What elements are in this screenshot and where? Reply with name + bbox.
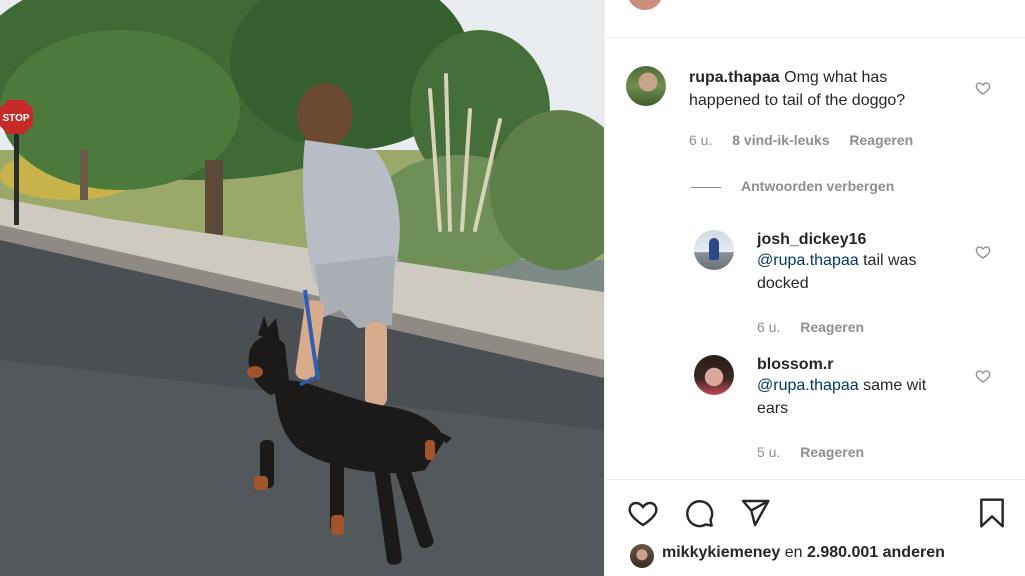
likes-count[interactable]: 2.980.001 anderen (807, 544, 945, 561)
avatar-blossom-r[interactable] (694, 355, 734, 395)
reply-username[interactable]: josh_dickey16 (757, 231, 957, 249)
reply-mention[interactable]: @rupa.thapaa (757, 377, 859, 394)
reply-body: josh_dickey16 @rupa.thapaa tail was dock… (757, 231, 957, 295)
reply-mention[interactable]: @rupa.thapaa (757, 252, 859, 269)
reply-meta: 5 u. Reageren (757, 444, 880, 460)
reply-button[interactable]: Reageren (800, 319, 864, 335)
paper-plane-icon[interactable] (739, 497, 771, 529)
heart-outline-icon[interactable] (975, 368, 991, 384)
comment-icon[interactable] (683, 497, 715, 529)
hide-replies-label: Antwoorden verbergen (741, 178, 895, 194)
avatar-mikkykiemeney[interactable] (630, 544, 654, 568)
comment-username[interactable]: rupa.thapaa (689, 69, 780, 86)
hide-replies-line (691, 186, 721, 188)
likes-user[interactable]: mikkykiemeney (662, 544, 780, 561)
heart-outline-icon[interactable] (975, 244, 991, 260)
reply-username[interactable]: blossom.r (757, 356, 957, 374)
comment-text-block: rupa.thapaa Omg what has happened to tai… (689, 66, 959, 112)
heart-icon[interactable] (627, 497, 659, 529)
heart-outline-icon[interactable] (975, 80, 991, 96)
bookmark-icon[interactable] (976, 497, 1008, 529)
svg-text:STOP: STOP (2, 113, 29, 124)
comment-meta: 6 u. 8 vind-ik-leuks Reageren (689, 132, 929, 148)
comment-time: 6 u. (689, 132, 713, 148)
reply-button[interactable]: Reageren (800, 444, 864, 460)
reply-button[interactable]: Reageren (849, 132, 913, 148)
likes-connector: en (780, 544, 807, 561)
likes-text: mikkykiemeney en 2.980.001 anderen (662, 544, 945, 562)
divider (605, 37, 1025, 38)
avatar-josh-dickey16[interactable] (694, 230, 734, 270)
reply-text-block: @rupa.thapaa tail was docked (757, 249, 957, 295)
divider (605, 479, 1025, 480)
hide-replies-button[interactable]: Antwoorden verbergen (691, 178, 894, 194)
avatar-rupa-thapaa[interactable] (626, 66, 666, 106)
comment-likes-link[interactable]: 8 vind-ik-leuks (732, 132, 829, 148)
reply-body: blossom.r @rupa.thapaa same wit ears (757, 356, 957, 420)
post-photo-illustration: STOP (0, 0, 604, 576)
reply-time: 6 u. (757, 319, 781, 335)
reply-meta: 6 u. Reageren (757, 319, 880, 335)
top-peek-avatar[interactable] (627, 0, 663, 10)
reply-time: 5 u. (757, 444, 781, 460)
comments-panel: rupa.thapaa Omg what has happened to tai… (604, 0, 1025, 576)
comment-body: rupa.thapaa Omg what has happened to tai… (689, 66, 959, 112)
reply-text-block: @rupa.thapaa same wit ears (757, 374, 957, 420)
post-photo[interactable]: STOP (0, 0, 604, 576)
